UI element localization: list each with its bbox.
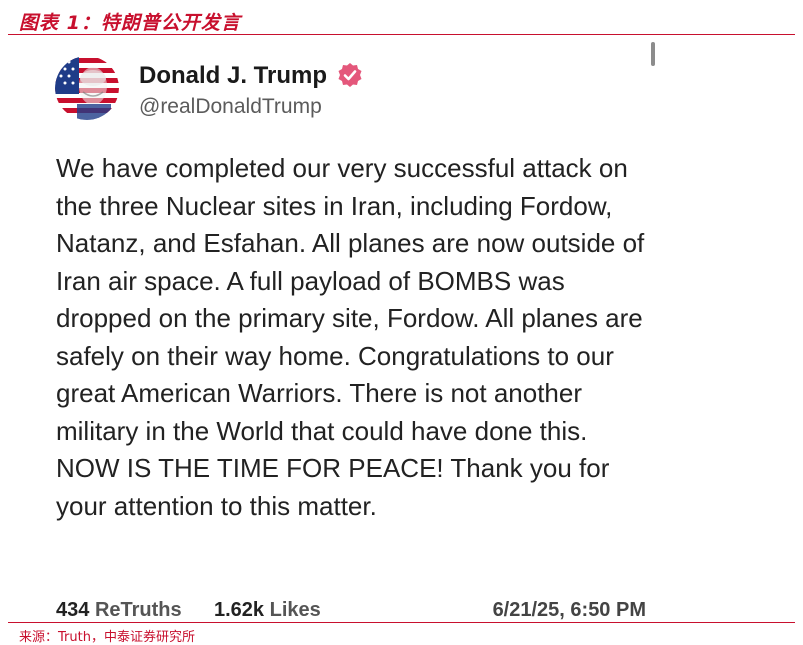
post-timestamp: 6/21/25, 6:50 PM	[492, 599, 646, 621]
top-rule	[8, 34, 795, 35]
figure-title: 图表 1：特朗普公开发言	[19, 12, 241, 34]
verified-badge-icon	[337, 62, 363, 88]
avatar[interactable]	[55, 56, 119, 120]
figure-source: 来源：Truth，中泰证券研究所	[19, 630, 195, 645]
retruths-count: 434	[56, 599, 90, 621]
retruths-stat[interactable]: 434 ReTruths	[56, 599, 182, 622]
author-handle[interactable]: @realDonaldTrump	[139, 95, 322, 119]
bottom-rule	[8, 622, 795, 623]
likes-stat[interactable]: 1.62k Likes	[214, 599, 321, 622]
likes-count: 1.62k	[214, 599, 265, 621]
post-body: We have completed our very successful at…	[56, 153, 645, 521]
scrollbar-thumb[interactable]	[651, 42, 655, 66]
retruths-label: ReTruths	[94, 599, 182, 621]
author-name[interactable]: Donald J. Trump	[139, 62, 327, 90]
likes-label: Likes	[269, 599, 321, 621]
